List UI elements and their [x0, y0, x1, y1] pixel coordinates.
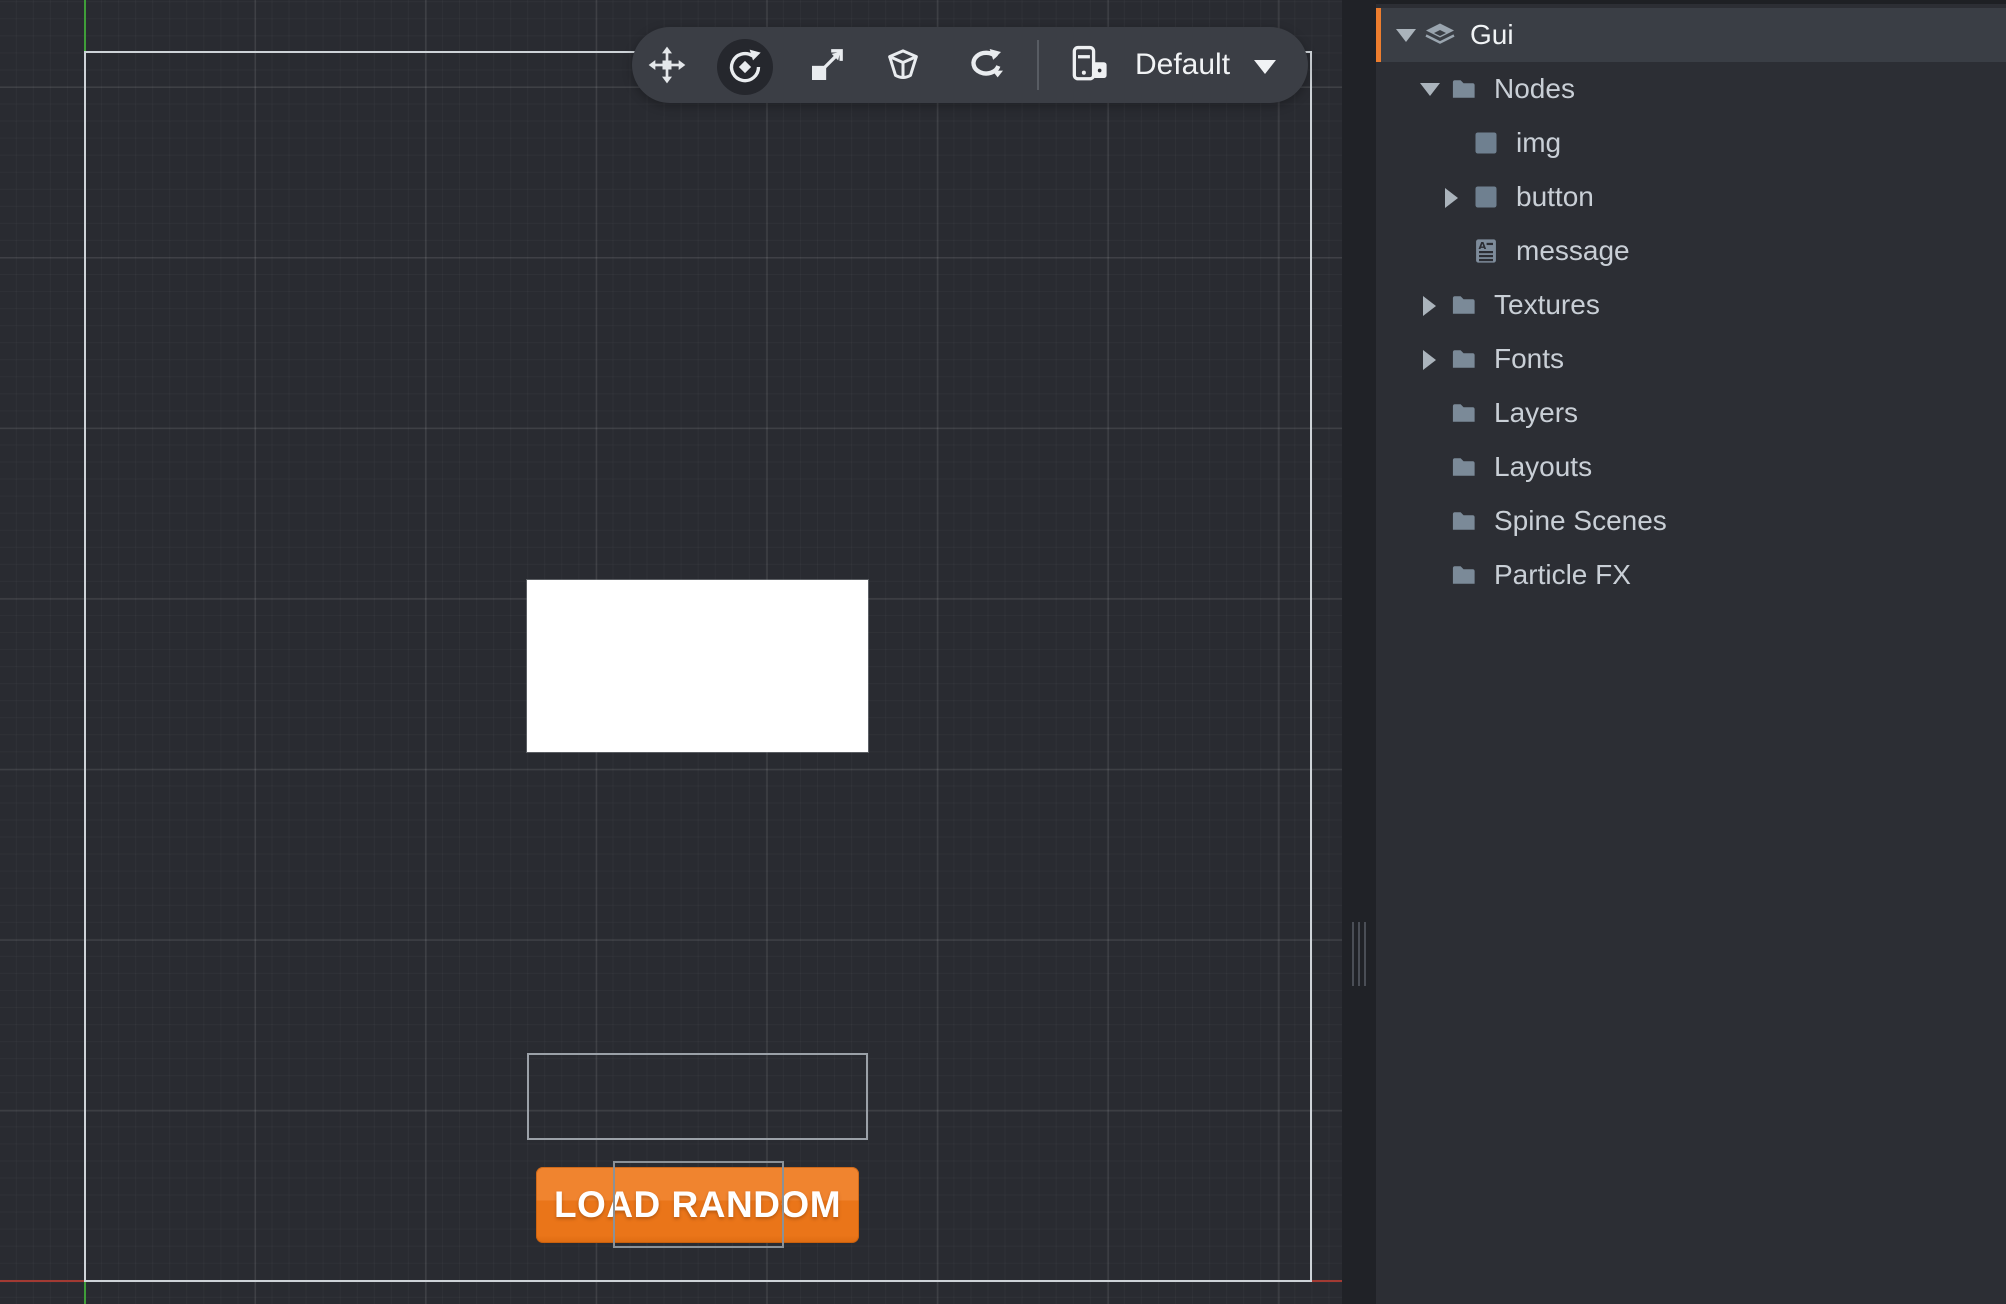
text-node-icon: A	[1470, 237, 1502, 265]
svg-text:A: A	[1479, 241, 1487, 252]
device-icon	[1067, 43, 1111, 87]
message-text-node-outline[interactable]	[527, 1053, 868, 1140]
box-node-icon	[1470, 129, 1502, 157]
caret-spacer	[1420, 566, 1438, 584]
tree-item-label: Layers	[1494, 397, 1579, 428]
toolbar-separator	[1037, 40, 1039, 90]
box-node-icon	[1470, 183, 1502, 211]
outline-tree: Gui Nodes img button Amessage Textures Fonts La…	[1376, 8, 2006, 602]
caret-down-icon[interactable]	[1396, 26, 1416, 44]
move-icon	[647, 45, 687, 85]
button-text-node-outline[interactable]	[613, 1161, 784, 1248]
folder-icon	[1448, 291, 1480, 319]
caret-spacer	[1420, 404, 1438, 422]
tree-item-label: Textures	[1494, 289, 1600, 320]
tree-item-nodes[interactable]: Nodes	[1376, 62, 2006, 116]
folder-icon	[1448, 399, 1480, 427]
tree-item-label: Gui	[1470, 19, 1514, 50]
y-axis-line	[84, 0, 86, 53]
tree-item-button[interactable]: button	[1376, 170, 2006, 224]
gui-scene-icon	[1424, 21, 1456, 49]
tree-item-message[interactable]: Amessage	[1376, 224, 2006, 278]
folder-icon	[1448, 561, 1480, 589]
img-node[interactable]	[527, 580, 868, 752]
layout-selector-dropdown[interactable]: Default	[1060, 27, 1308, 103]
panel-splitter	[1342, 0, 1376, 1304]
folder-icon	[1448, 453, 1480, 481]
folder-icon	[1448, 75, 1480, 103]
folder-icon	[1448, 345, 1480, 373]
caret-right-icon[interactable]	[1420, 296, 1438, 316]
move-tool-button[interactable]	[645, 43, 689, 87]
tree-item-label: message	[1516, 235, 1630, 266]
folder-icon	[1448, 507, 1480, 535]
scale-icon	[807, 45, 847, 85]
frustum-icon	[883, 45, 923, 85]
layout-selector-value: Default	[1135, 48, 1231, 81]
rotate-tool-button[interactable]	[717, 39, 773, 95]
tree-item-spine-scenes[interactable]: Spine Scenes	[1376, 494, 2006, 548]
scene-toolbar: Default	[632, 27, 1308, 103]
tree-item-label: img	[1516, 127, 1562, 158]
caret-spacer	[1420, 512, 1438, 530]
tree-item-img[interactable]: img	[1376, 116, 2006, 170]
caret-right-icon[interactable]	[1420, 350, 1438, 370]
tree-item-label: Spine Scenes	[1494, 505, 1667, 536]
caret-right-icon[interactable]	[1442, 188, 1460, 208]
gui-scene-editor: LOAD RANDOM Default Gui Nodes img button…	[0, 0, 2006, 1304]
scale-tool-button[interactable]	[805, 43, 849, 87]
tree-item-fonts[interactable]: Fonts	[1376, 332, 2006, 386]
outline-panel: Gui Nodes img button Amessage Textures Fonts La…	[1376, 0, 2006, 1304]
tree-item-layers[interactable]: Layers	[1376, 386, 2006, 440]
x-axis-line	[0, 1280, 85, 1282]
caret-spacer	[1442, 242, 1460, 260]
tree-item-label: Particle FX	[1494, 559, 1631, 590]
caret-spacer	[1442, 134, 1460, 152]
x-axis-line	[1311, 1280, 1342, 1282]
tree-item-label: Fonts	[1494, 343, 1565, 374]
frustum-tool-button[interactable]	[881, 43, 925, 87]
tree-item-label: button	[1516, 181, 1594, 212]
tree-item-label: Layouts	[1494, 451, 1593, 482]
tree-item-label: Nodes	[1494, 73, 1575, 104]
rotate-icon	[725, 47, 765, 87]
caret-spacer	[1420, 458, 1438, 476]
y-axis-line	[84, 1282, 86, 1304]
scene-canvas[interactable]: LOAD RANDOM Default	[0, 0, 1342, 1304]
chevron-down-icon	[1254, 60, 1276, 74]
tree-item-layouts[interactable]: Layouts	[1376, 440, 2006, 494]
splitter-grip[interactable]	[1351, 922, 1367, 986]
rotation-cycle-tool-button[interactable]	[964, 43, 1008, 87]
rotation-cycle-icon	[966, 45, 1006, 85]
tree-item-textures[interactable]: Textures	[1376, 278, 2006, 332]
tree-item-particle-fx[interactable]: Particle FX	[1376, 548, 2006, 602]
caret-down-icon[interactable]	[1420, 80, 1440, 98]
tree-item-gui[interactable]: Gui	[1376, 8, 2006, 62]
